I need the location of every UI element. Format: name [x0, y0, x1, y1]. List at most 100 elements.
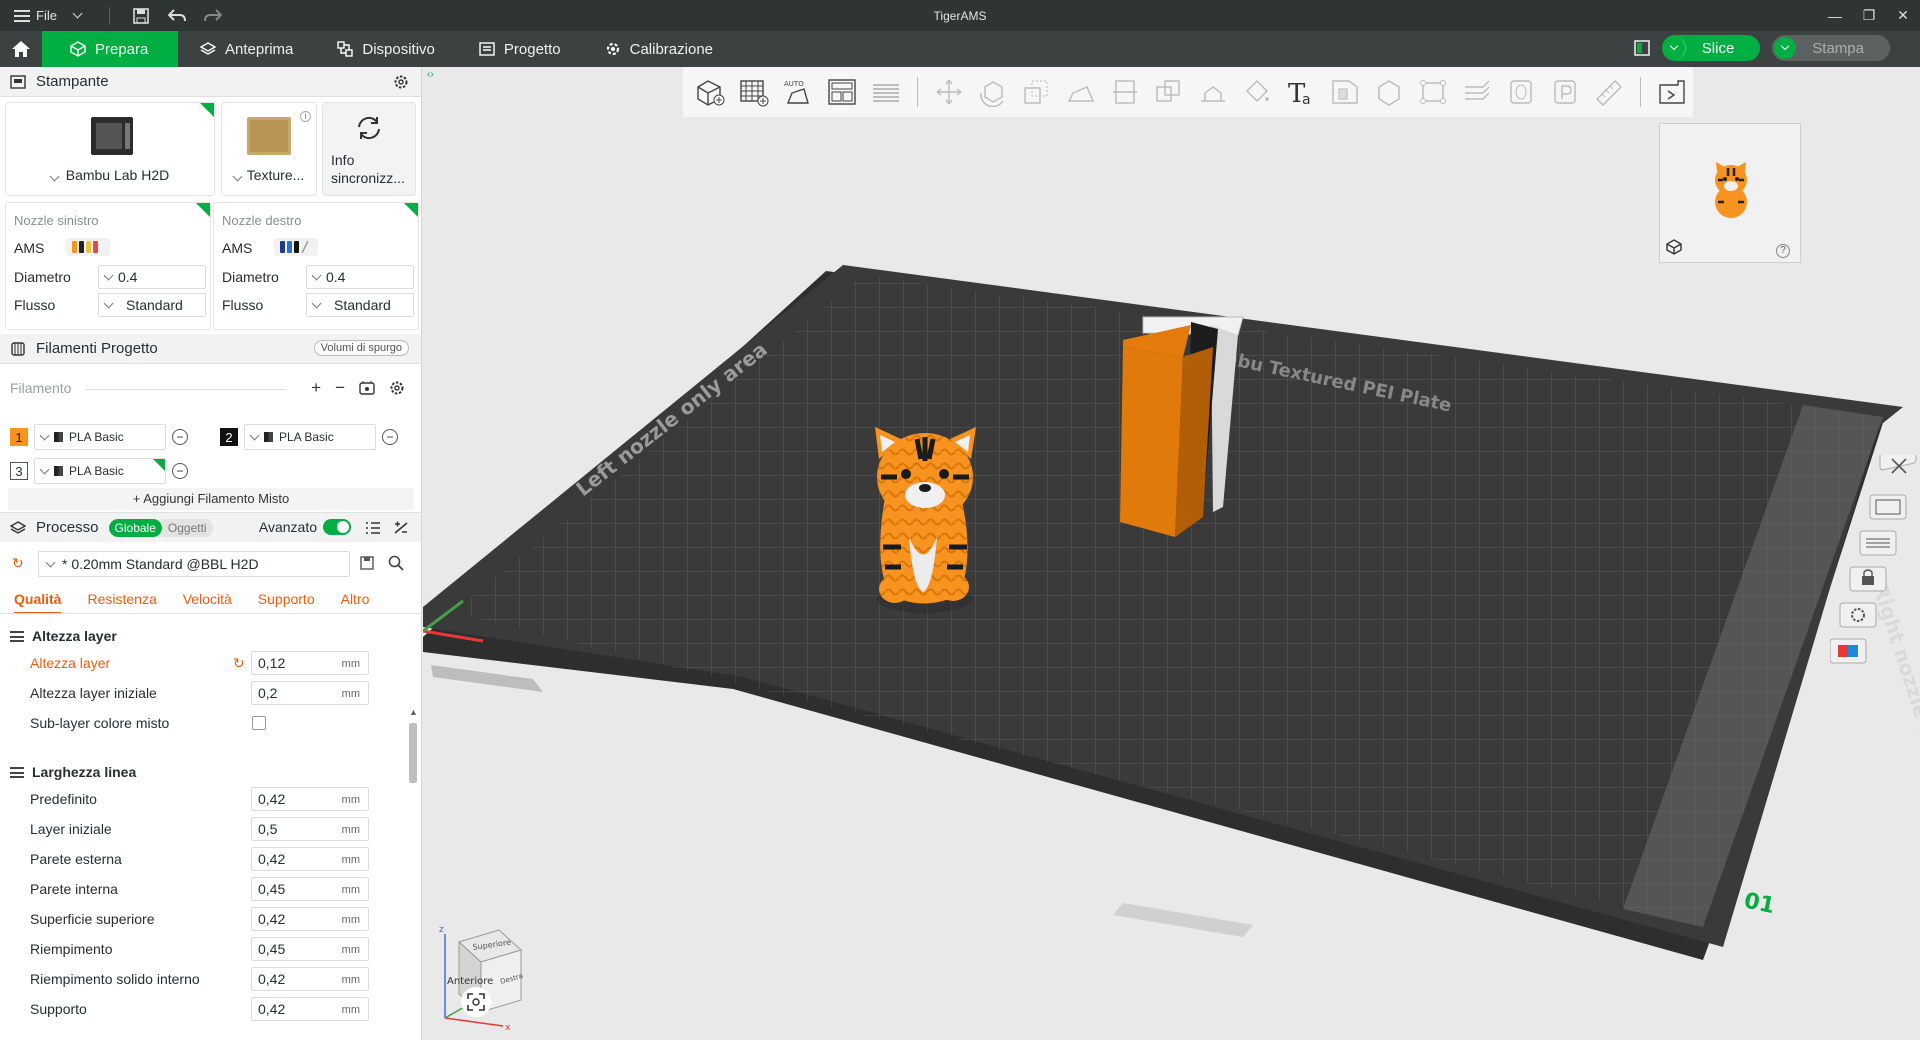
plate-settings-icon[interactable] [1839, 602, 1877, 628]
plate-type-card[interactable]: i Texture... [221, 102, 317, 196]
filament-remove-icon[interactable]: − [172, 429, 188, 445]
printer-section-header[interactable]: Stampante [0, 67, 421, 97]
info-icon[interactable]: i [300, 111, 311, 122]
setting-row-predefinito: Predefinito 0,42 mm [30, 786, 375, 812]
objects-option[interactable]: Oggetti [161, 518, 213, 537]
filament-2-select[interactable]: PLA Basic [244, 424, 376, 450]
arrange-plate-icon[interactable] [1869, 494, 1907, 520]
thumbnail-cube-icon[interactable] [1666, 239, 1682, 258]
tab-resistenza[interactable]: Resistenza [87, 584, 156, 614]
scrollbar-thumb[interactable] [409, 723, 417, 783]
3d-viewport[interactable]: ‹› AUTO Ta Right nozzle only Left nozzle… [423, 67, 1920, 1040]
plate-clip [431, 665, 543, 692]
left-ams-label: AMS [14, 240, 45, 256]
setting-value-input[interactable]: 0,45 mm [251, 937, 369, 961]
setting-value-input[interactable]: 0,42 mm [251, 967, 369, 991]
purge-volumes-button[interactable]: Volumi di spurgo [313, 340, 409, 356]
search-icon[interactable] [388, 555, 404, 574]
advanced-switch[interactable] [323, 519, 351, 535]
setting-value-input[interactable]: 0,42 mm [251, 847, 369, 871]
scroll-up-icon[interactable]: ▲ [409, 707, 418, 717]
x-axis-label: x [505, 1023, 511, 1032]
setting-row-superficie-superiore: Superficie superiore 0,42 mm [30, 906, 375, 932]
tiger-model[interactable] [875, 427, 976, 613]
printer-model-card[interactable]: Bambu Lab H2D [5, 102, 215, 196]
tab-prepara[interactable]: Prepara [42, 31, 178, 67]
redo-icon[interactable] [198, 2, 228, 30]
tab-qualita[interactable]: Qualità [14, 584, 62, 614]
sync-info-button[interactable]: Info sincronizz... [322, 102, 416, 196]
close-icon[interactable]: ✕ [1886, 0, 1920, 31]
reset-preset-icon[interactable]: ↻ [12, 555, 24, 572]
tab-supporto[interactable]: Supporto [258, 584, 315, 614]
layers-icon [200, 41, 216, 57]
print-dropdown-chevron-icon[interactable] [1774, 37, 1797, 59]
tab-progetto[interactable]: Progetto [457, 31, 583, 67]
slice-dropdown-chevron-icon[interactable] [1663, 37, 1686, 59]
tab-altro[interactable]: Altro [341, 584, 370, 614]
settings-scrollbar[interactable]: ▲ [407, 705, 419, 1040]
process-preset-select[interactable]: * 0.20mm Standard @BBL H2D [38, 551, 350, 577]
filaments-section-title: Filamenti Progetto [36, 340, 158, 357]
save-icon[interactable] [126, 2, 156, 30]
home-icon[interactable] [0, 31, 42, 67]
restore-icon[interactable]: ❐ [1852, 0, 1886, 31]
global-objects-toggle[interactable]: Globale Oggetti [108, 518, 213, 537]
print-button[interactable]: Stampa [1772, 35, 1890, 61]
add-mixed-filament-button[interactable]: + Aggiungi Filamento Misto [8, 488, 414, 510]
list-icon[interactable] [365, 521, 381, 539]
multi-plate-icon[interactable] [1634, 40, 1650, 56]
filament-sync-icon[interactable] [359, 378, 375, 401]
file-menu-button[interactable]: File [14, 2, 57, 30]
ams-spools-icon[interactable] [66, 237, 110, 257]
setting-value-input[interactable]: 0,2 mm [251, 681, 369, 705]
right-diameter-select[interactable]: 0.4 [306, 265, 414, 289]
tab-dispositivo[interactable]: Dispositivo [315, 31, 457, 67]
printer-settings-gear-icon[interactable] [393, 74, 409, 94]
filament-item-2[interactable]: 2 PLA Basic − [220, 424, 398, 450]
setting-value-input[interactable]: 0,42 mm [251, 997, 369, 1021]
plate-thumbnail[interactable]: ? [1659, 123, 1801, 263]
filament-remove-icon[interactable]: − [172, 463, 188, 479]
zoom-to-fit-icon[interactable] [461, 987, 491, 1017]
lock-plate-icon[interactable] [1849, 566, 1887, 592]
global-option[interactable]: Globale [108, 518, 162, 537]
left-diameter-select[interactable]: 0.4 [98, 265, 206, 289]
menu-chevron-down-icon[interactable] [63, 2, 93, 30]
setting-value-input[interactable]: 0,42 mm [251, 787, 369, 811]
reset-value-icon[interactable]: ↻ [233, 655, 245, 672]
setting-checkbox[interactable] [252, 716, 266, 730]
filament-remove-icon[interactable]: − [382, 429, 398, 445]
orient-plate-icon[interactable] [1859, 530, 1897, 556]
filament-3-select[interactable]: PLA Basic [34, 458, 166, 484]
tab-velocita[interactable]: Velocità [183, 584, 232, 614]
add-filament-icon[interactable]: + [311, 378, 321, 401]
delete-plate-icon[interactable] [1879, 455, 1917, 474]
setting-value-input[interactable]: 0,45 mm [251, 877, 369, 901]
tab-anteprima[interactable]: Anteprima [178, 31, 315, 67]
filament-settings-gear-icon[interactable] [389, 378, 405, 401]
filament-item-3[interactable]: 3 PLA Basic − [10, 458, 188, 484]
setting-value-input[interactable]: 0,12 mm [251, 651, 369, 675]
slice-button[interactable]: Slice [1661, 35, 1761, 61]
tab-calibrazione[interactable]: Calibrazione [583, 31, 735, 67]
process-section-header[interactable]: Processo Globale Oggetti Avanzato [0, 512, 421, 542]
undo-icon[interactable] [162, 2, 192, 30]
save-preset-icon[interactable] [360, 556, 374, 573]
filaments-section-header[interactable]: Filamenti Progetto Volumi di spurgo [0, 334, 421, 364]
right-flow-select[interactable]: Standard [306, 293, 414, 317]
cube-icon [70, 41, 86, 57]
plate-filament-map-icon[interactable] [1830, 638, 1867, 664]
minimize-icon[interactable]: — [1818, 0, 1852, 31]
filament-1-select[interactable]: PLA Basic [34, 424, 166, 450]
setting-value-input[interactable]: 0,5 mm [251, 817, 369, 841]
ams-spools-icon[interactable] [274, 237, 318, 257]
left-flow-select[interactable]: Standard [98, 293, 206, 317]
navigation-cube[interactable]: Superiore Anteriore Destra z y x [437, 922, 547, 1032]
compare-icon[interactable] [393, 521, 409, 539]
group-icon [10, 630, 24, 642]
remove-filament-icon[interactable]: − [335, 378, 345, 401]
setting-value-input[interactable]: 0,42 mm [251, 907, 369, 931]
help-icon[interactable]: ? [1776, 244, 1790, 258]
filament-item-1[interactable]: 1 PLA Basic − [10, 424, 188, 450]
